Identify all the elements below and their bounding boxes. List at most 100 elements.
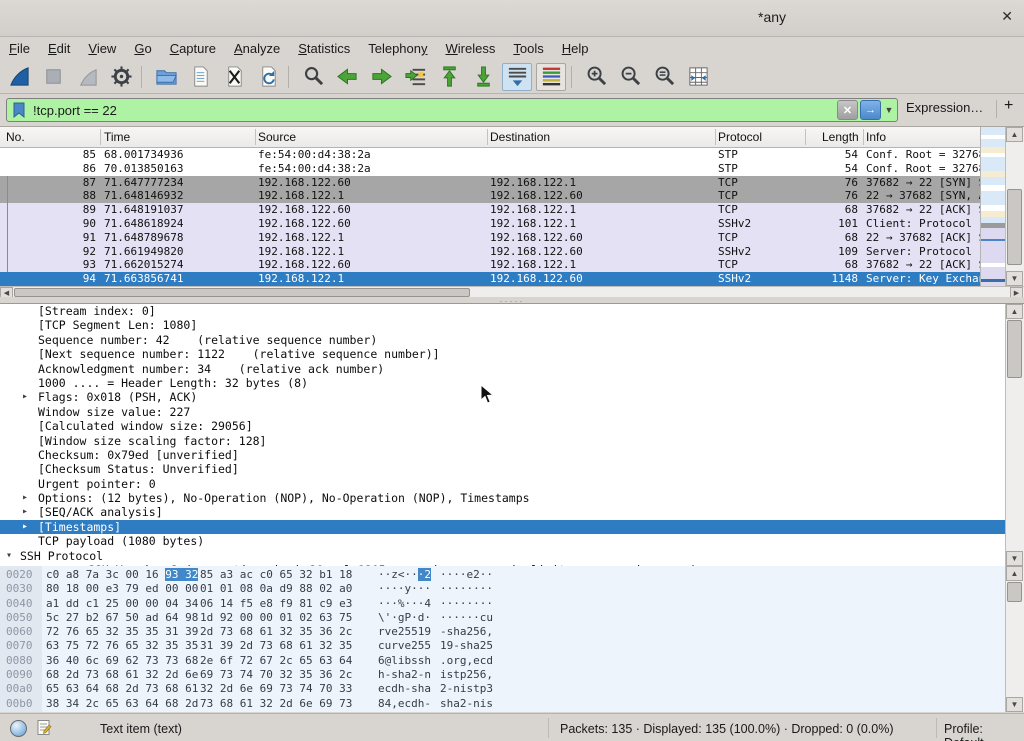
menu-item-view[interactable]: View	[79, 39, 125, 58]
detail-row-4[interactable]: Acknowledgment number: 34 (relative ack …	[0, 362, 1024, 376]
detail-row-8[interactable]: [Calculated window size: 29056]	[0, 419, 1024, 433]
detail-row-12[interactable]: Urgent pointer: 0	[0, 477, 1024, 491]
column-header-protocol[interactable]: Protocol	[718, 130, 762, 144]
detail-row-9[interactable]: [Window size scaling factor: 128]	[0, 434, 1024, 448]
expert-info-icon[interactable]	[10, 720, 27, 737]
hex-row-0090[interactable]: 009068 2d 73 68 61 32 2d 6e69 73 74 70 3…	[0, 668, 1005, 682]
filter-clear-button[interactable]: ✕	[837, 100, 858, 120]
add-filter-button[interactable]: +	[1004, 97, 1013, 115]
start-capture-icon[interactable]	[4, 63, 34, 91]
packet-row-91[interactable]: 9171.648789678192.168.122.1192.168.122.6…	[0, 231, 980, 245]
stop-capture-icon[interactable]	[38, 63, 68, 91]
details-vscrollbar[interactable]: ▲ ▼	[1005, 304, 1024, 566]
detail-row-0[interactable]: [Stream index: 0]	[0, 304, 1024, 318]
detail-row-10[interactable]: Checksum: 0x79ed [unverified]	[0, 448, 1024, 462]
detail-row-3[interactable]: [Next sequence number: 1122 (relative se…	[0, 347, 1024, 361]
auto-scroll-icon[interactable]	[502, 63, 532, 91]
packet-row-87[interactable]: 8771.647777234192.168.122.60192.168.122.…	[0, 176, 980, 190]
column-header-length[interactable]: Length	[822, 130, 859, 144]
detail-row-6[interactable]: ▸Flags: 0x018 (PSH, ACK)	[0, 390, 1024, 404]
column-divider[interactable]	[100, 129, 101, 145]
hex-row-0020[interactable]: 0020c0 a8 7a 3c 00 16 93 3285 a3 ac c0 6…	[0, 568, 1005, 582]
find-packet-icon[interactable]	[298, 63, 328, 91]
close-file-icon[interactable]	[219, 63, 249, 91]
menu-item-telephony[interactable]: Telephony	[359, 39, 436, 58]
reload-file-icon[interactable]	[253, 63, 283, 91]
packet-row-92[interactable]: 9271.661949820192.168.122.1192.168.122.6…	[0, 245, 980, 259]
go-last-icon[interactable]	[468, 63, 498, 91]
packet-row-89[interactable]: 8971.648191037192.168.122.60192.168.122.…	[0, 203, 980, 217]
hex-row-0080[interactable]: 008036 40 6c 69 62 73 73 682e 6f 72 67 2…	[0, 654, 1005, 668]
hex-row-0040[interactable]: 0040a1 dd c1 25 00 00 04 3406 14 f5 e8 f…	[0, 597, 1005, 611]
filter-bookmark-icon[interactable]	[11, 102, 27, 118]
scrollbar-thumb[interactable]	[1007, 189, 1022, 265]
hex-vscrollbar[interactable]: ▲ ▼	[1005, 566, 1024, 712]
menu-item-analyze[interactable]: Analyze	[225, 39, 289, 58]
capture-options-icon[interactable]	[106, 63, 136, 91]
column-header-source[interactable]: Source	[258, 130, 296, 144]
collapse-arrow-icon[interactable]: ▾	[6, 549, 12, 563]
packet-row-90[interactable]: 9071.648618924192.168.122.60192.168.122.…	[0, 217, 980, 231]
detail-row-16[interactable]: TCP payload (1080 bytes)	[0, 534, 1024, 548]
go-forward-icon[interactable]	[366, 63, 396, 91]
hex-row-0050[interactable]: 00505c 27 b2 67 50 ad 64 981d 92 00 00 0…	[0, 611, 1005, 625]
expression-button[interactable]: Expression…	[906, 100, 983, 115]
detail-row-13[interactable]: ▸Options: (12 bytes), No-Operation (NOP)…	[0, 491, 1024, 505]
detail-row-14[interactable]: ▸[SEQ/ACK analysis]	[0, 505, 1024, 519]
expand-arrow-icon[interactable]: ▸	[22, 520, 28, 534]
column-header-info[interactable]: Info	[866, 130, 886, 144]
column-divider[interactable]	[255, 129, 256, 145]
scroll-up-icon[interactable]: ▲	[1006, 127, 1023, 142]
menu-item-statistics[interactable]: Statistics	[289, 39, 359, 58]
hex-row-00b0[interactable]: 00b038 34 2c 65 63 64 68 2d73 68 61 32 2…	[0, 697, 1005, 711]
column-header-no[interactable]: No.	[6, 130, 25, 144]
expand-arrow-icon[interactable]: ▸	[22, 390, 28, 404]
column-divider[interactable]	[487, 129, 488, 145]
column-header-time[interactable]: Time	[104, 130, 130, 144]
packet-row-88[interactable]: 8871.648146932192.168.122.1192.168.122.6…	[0, 189, 980, 203]
scroll-up-icon[interactable]: ▲	[1006, 304, 1023, 319]
hex-row-0070[interactable]: 007063 75 72 76 65 32 35 3531 39 2d 73 6…	[0, 639, 1005, 653]
hex-row-0060[interactable]: 006072 76 65 32 35 35 31 392d 73 68 61 3…	[0, 625, 1005, 639]
column-divider[interactable]	[863, 129, 864, 145]
save-file-icon[interactable]	[185, 63, 215, 91]
menu-item-help[interactable]: Help	[553, 39, 598, 58]
zoom-in-icon[interactable]	[581, 63, 611, 91]
detail-row-7[interactable]: Window size value: 227	[0, 405, 1024, 419]
menu-item-go[interactable]: Go	[125, 39, 160, 58]
zoom-out-icon[interactable]	[615, 63, 645, 91]
intelligent-scrollbar-minimap[interactable]	[980, 127, 1006, 286]
scrollbar-thumb[interactable]	[1007, 320, 1022, 378]
detail-row-11[interactable]: [Checksum Status: Unverified]	[0, 462, 1024, 476]
column-divider[interactable]	[715, 129, 716, 145]
detail-row-2[interactable]: Sequence number: 42 (relative sequence n…	[0, 333, 1024, 347]
column-header-destination[interactable]: Destination	[490, 130, 550, 144]
detail-row-15[interactable]: ▸[Timestamps]	[0, 520, 1024, 534]
filter-apply-button[interactable]: →	[860, 100, 881, 120]
scrollbar-thumb[interactable]	[1007, 582, 1022, 602]
go-back-icon[interactable]	[332, 63, 362, 91]
packet-row-93[interactable]: 9371.662015274192.168.122.60192.168.122.…	[0, 258, 980, 272]
menu-item-file[interactable]: File	[0, 39, 39, 58]
detail-row-1[interactable]: [TCP Segment Len: 1080]	[0, 318, 1024, 332]
detail-row-17[interactable]: ▾SSH Protocol	[0, 549, 1024, 563]
detail-row-5[interactable]: 1000 .... = Header Length: 32 bytes (8)	[0, 376, 1024, 390]
column-divider[interactable]	[805, 129, 806, 145]
display-filter-input[interactable]	[27, 102, 837, 119]
expand-arrow-icon[interactable]: ▸	[22, 491, 28, 505]
zoom-original-icon[interactable]	[649, 63, 679, 91]
restart-capture-icon[interactable]	[72, 63, 102, 91]
capture-comment-icon[interactable]	[36, 719, 52, 736]
menu-item-wireless[interactable]: Wireless	[437, 39, 505, 58]
menu-item-capture[interactable]: Capture	[161, 39, 225, 58]
packet-row-86[interactable]: 8670.013850163fe:54:00:d4:38:2aSTP54Conf…	[0, 162, 980, 176]
hex-row-0030[interactable]: 003080 18 00 e3 79 ed 00 0001 01 08 0a d…	[0, 582, 1005, 596]
menu-item-tools[interactable]: Tools	[504, 39, 552, 58]
open-file-icon[interactable]	[151, 63, 181, 91]
status-profile[interactable]: Profile: Default	[944, 722, 1024, 741]
scroll-up-icon[interactable]: ▲	[1006, 566, 1023, 581]
scroll-down-icon[interactable]: ▼	[1006, 697, 1023, 712]
colorize-icon[interactable]	[536, 63, 566, 91]
go-to-packet-icon[interactable]	[400, 63, 430, 91]
menu-item-edit[interactable]: Edit	[39, 39, 79, 58]
